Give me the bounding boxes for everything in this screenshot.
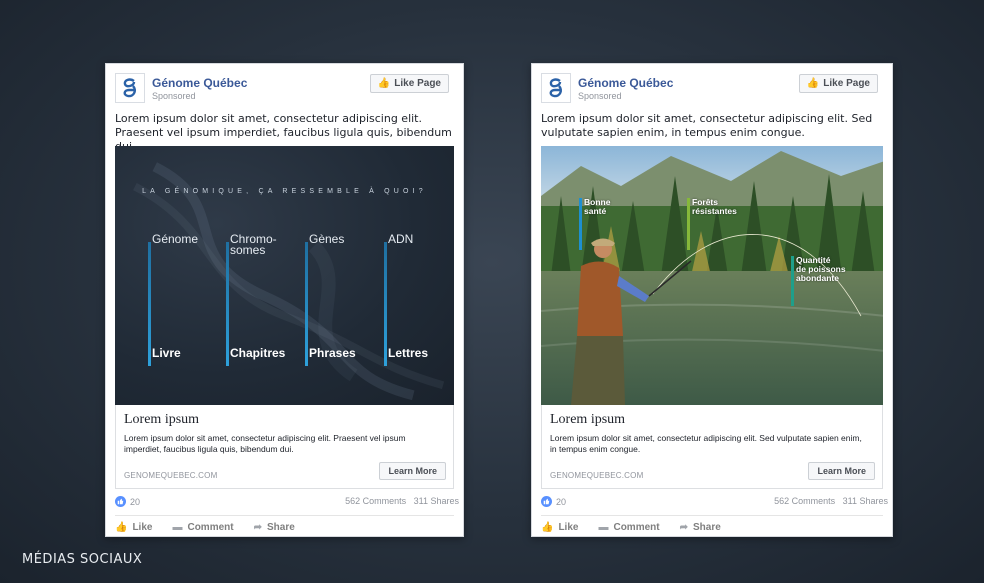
page-name[interactable]: Génome Québec — [152, 76, 247, 90]
column-top-label: Chromo- somes — [230, 232, 277, 257]
section-label: MÉDIAS SOCIAUX — [22, 552, 143, 567]
like-page-button[interactable]: 👍 Like Page — [798, 74, 878, 93]
share-action[interactable]: ➦ Share — [680, 522, 721, 533]
link-title: Lorem ipsum — [124, 412, 200, 427]
share-arrow-icon: ➦ — [253, 522, 262, 533]
annotation-label: Bonne santé — [584, 197, 611, 216]
link-domain: GENOMEQUEBEC.COM — [124, 471, 218, 480]
reaction-count-value: 20 — [130, 496, 141, 507]
column-bottom-label: Chapitres — [230, 346, 286, 360]
engagement-stats: 20 562 Comments 311 Shares — [541, 496, 888, 510]
page-name[interactable]: Génome Québec — [578, 76, 673, 90]
annotation-label: Forêts résistantes — [692, 197, 737, 216]
share-action-label: Share — [692, 522, 721, 533]
annotation-bar — [579, 198, 582, 250]
share-action-label: Share — [266, 522, 295, 533]
comment-action-label: Comment — [187, 522, 234, 533]
like-reaction-icon — [541, 496, 552, 507]
page-logo[interactable] — [541, 73, 571, 103]
like-action-label: Like — [132, 522, 153, 533]
link-preview[interactable]: Lorem ipsum Lorem ipsum dolor sit amet, … — [541, 405, 883, 489]
comments-shares-count[interactable]: 562 Comments 311 Shares — [774, 496, 888, 506]
learn-more-button[interactable]: Learn More — [808, 462, 875, 480]
column-top-label: Gènes — [309, 232, 345, 246]
genome-quebec-logo-icon — [123, 78, 136, 98]
link-description: Lorem ipsum dolor sit amet, consectetur … — [124, 433, 406, 454]
like-page-label: Like Page — [394, 78, 441, 89]
like-page-label: Like Page — [823, 78, 870, 89]
column-bar — [384, 242, 387, 366]
comment-bubble-icon: ▬ — [172, 522, 183, 533]
like-action-label: Like — [558, 522, 579, 533]
share-action[interactable]: ➦ Share — [254, 522, 295, 533]
comment-action[interactable]: ▬ Comment — [172, 522, 233, 533]
link-domain: GENOMEQUEBEC.COM — [550, 471, 644, 480]
like-action[interactable]: 👍 Like — [541, 522, 578, 533]
sponsored-label: Sponsored — [578, 91, 622, 101]
link-description: Lorem ipsum dolor sit amet, consectetur … — [550, 433, 862, 454]
comment-action-label: Comment — [613, 522, 660, 533]
post-header: Génome Québec Sponsored 👍 Like Page — [541, 73, 882, 105]
column-bottom-label: Phrases — [309, 346, 356, 360]
learn-more-button[interactable]: Learn More — [379, 462, 446, 480]
share-arrow-icon: ➦ — [679, 522, 688, 533]
column-bottom-label: Livre — [152, 346, 181, 360]
column-bar — [148, 242, 151, 366]
media-headline: LA GÉNOMIQUE, ÇA RESSEMBLE À QUOI? — [142, 188, 427, 195]
reaction-count-value: 20 — [556, 496, 567, 507]
page-logo[interactable] — [115, 73, 145, 103]
reaction-count[interactable]: 20 — [541, 496, 566, 507]
like-reaction-icon — [115, 496, 126, 507]
comments-shares-count[interactable]: 562 Comments 311 Shares — [345, 496, 459, 506]
genome-quebec-logo-icon — [549, 78, 562, 98]
post-actions: 👍 Like ▬ Comment ➦ Share — [541, 515, 883, 535]
thumbs-up-icon: 👍 — [377, 78, 391, 89]
column-bar — [305, 242, 308, 366]
ad-image-fishing[interactable]: Bonne santé Forêts résistantes Quantité … — [541, 146, 883, 405]
like-page-button[interactable]: 👍 Like Page — [369, 74, 449, 93]
like-action[interactable]: 👍 Like — [115, 522, 152, 533]
reaction-count[interactable]: 20 — [115, 496, 140, 507]
link-title: Lorem ipsum — [550, 412, 626, 427]
sponsored-label: Sponsored — [152, 91, 196, 101]
column-bar — [226, 242, 229, 366]
post-actions: 👍 Like ▬ Comment ➦ Share — [115, 515, 454, 535]
annotation-bar — [687, 198, 690, 250]
post-header: Génome Québec Sponsored 👍 Like Page — [115, 73, 453, 105]
ad-image-genomics[interactable]: LA GÉNOMIQUE, ÇA RESSEMBLE À QUOI? Génom… — [115, 146, 454, 405]
link-preview[interactable]: Lorem ipsum Lorem ipsum dolor sit amet, … — [115, 405, 454, 489]
thumbs-up-icon: 👍 — [541, 522, 554, 533]
comment-bubble-icon: ▬ — [598, 522, 609, 533]
facebook-ad-card-genomics: Génome Québec Sponsored 👍 Like Page Lore… — [105, 63, 464, 537]
facebook-ad-card-fishing: Génome Québec Sponsored 👍 Like Page Lore… — [531, 63, 893, 537]
annotation-bar — [791, 256, 794, 306]
dna-helix-background — [133, 162, 445, 401]
column-top-label: Génome — [152, 232, 199, 246]
column-top-label: ADN — [388, 232, 414, 246]
comment-action[interactable]: ▬ Comment — [598, 522, 659, 533]
column-bottom-label: Lettres — [388, 346, 429, 360]
annotation-label: Quantité de poissons abondante — [796, 255, 846, 283]
thumbs-up-icon: 👍 — [115, 522, 128, 533]
thumbs-up-icon: 👍 — [806, 78, 820, 89]
engagement-stats: 20 562 Comments 311 Shares — [115, 496, 459, 510]
post-text: Lorem ipsum dolor sit amet, consectetur … — [541, 112, 873, 139]
